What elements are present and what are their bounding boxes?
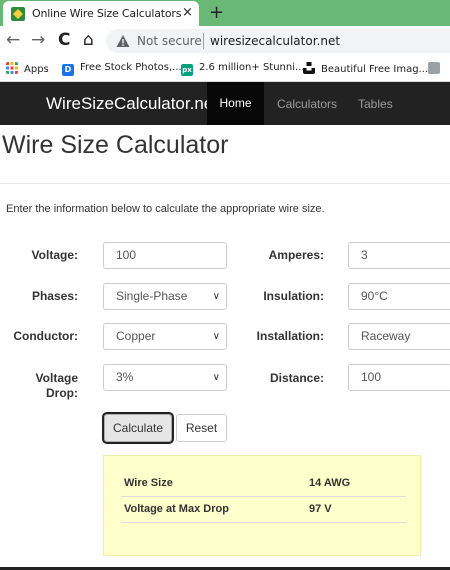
px-favicon-icon: px <box>181 64 193 76</box>
voltage-drop-label: Voltage Drop: <box>10 371 78 401</box>
bookmark-label: Free Stock Photos,... <box>80 62 182 73</box>
site-navbar: WireSizeCalculator.net Home Calculators … <box>0 82 450 125</box>
bookmark-pexels[interactable]: px 2.6 million+ Stunni... <box>181 62 305 76</box>
phases-select[interactable]: Single-Phase ∨ <box>103 283 227 310</box>
warning-icon[interactable] <box>116 34 130 48</box>
reset-button[interactable]: Reset <box>176 414 227 442</box>
voltage-input[interactable]: 100 <box>103 242 227 269</box>
new-tab-icon[interactable]: + <box>209 2 224 23</box>
bookmarks-bar: Apps D Free Stock Photos,... px 2.6 millio… <box>0 56 450 82</box>
nav-tables[interactable]: Tables <box>358 97 393 111</box>
conductor-label: Conductor: <box>13 329 78 343</box>
distance-input[interactable]: 100 <box>348 364 450 391</box>
d-favicon-icon: D <box>62 64 74 76</box>
browser-tabstrip: Online Wire Size Calculators & Ta × + <box>0 0 450 26</box>
url-text[interactable]: wiresizecalculator.net <box>210 34 340 48</box>
bookmark-stock-photos[interactable]: D Free Stock Photos,... <box>62 62 182 76</box>
amperes-label: Amperes: <box>268 248 324 262</box>
amperes-input[interactable]: 3 <box>348 242 450 269</box>
chevron-down-icon: ∨ <box>212 372 220 383</box>
voltage-value: 100 <box>116 248 137 262</box>
page-title: Wire Size Calculator <box>2 131 229 159</box>
browser-tab[interactable]: Online Wire Size Calculators & Ta × <box>3 1 199 26</box>
bookmark-favicon-icon <box>428 62 440 74</box>
amperes-value: 3 <box>361 248 368 262</box>
conductor-select[interactable]: Copper ∨ <box>103 323 227 350</box>
back-icon[interactable]: ← <box>6 30 20 50</box>
voltage-label: Voltage: <box>31 248 78 262</box>
reload-icon[interactable]: C <box>58 30 70 50</box>
forward-icon[interactable]: → <box>31 30 45 50</box>
result-label: Voltage at Max Drop <box>124 503 229 515</box>
chevron-down-icon: ∨ <box>212 291 220 302</box>
nav-calculators[interactable]: Calculators <box>277 97 337 111</box>
insulation-label: Insulation: <box>263 289 324 303</box>
home-icon[interactable]: ⌂ <box>83 30 94 50</box>
voltage-drop-value: 3% <box>116 370 134 384</box>
browser-toolbar: ← → C ⌂ Not secure wiresizecalculator.ne… <box>0 26 450 56</box>
installation-select[interactable]: Raceway <box>348 323 450 350</box>
address-bar[interactable]: Not secure wiresizecalculator.net <box>106 29 450 53</box>
voltage-drop-label-line2: Drop: <box>46 386 78 400</box>
installation-label: Installation: <box>256 329 324 343</box>
tab-close-icon[interactable]: × <box>182 5 193 20</box>
phases-value: Single-Phase <box>116 289 188 303</box>
result-label: Wire Size <box>124 477 173 489</box>
result-panel: Wire Size 14 AWG Voltage at Max Drop 97 … <box>103 455 421 556</box>
tab-title: Online Wire Size Calculators & Ta <box>32 7 182 20</box>
bookmark-unsplash[interactable]: Beautiful Free Imag... <box>303 62 428 76</box>
chevron-down-icon: ∨ <box>212 331 220 342</box>
result-value: 97 V <box>309 503 332 515</box>
distance-value: 100 <box>361 370 382 384</box>
insulation-value: 90°C <box>361 289 388 303</box>
insulation-select[interactable]: 90°C <box>348 283 450 310</box>
distance-label: Distance: <box>269 371 324 385</box>
voltage-drop-label-line1: Voltage <box>35 371 78 385</box>
omnibox-divider <box>203 33 204 49</box>
title-divider <box>0 183 450 184</box>
intro-text: Enter the information below to calculate… <box>6 203 325 215</box>
bookmark-apps[interactable]: Apps <box>6 62 49 76</box>
bookmark-label: Beautiful Free Imag... <box>321 64 429 75</box>
bookmark-label: Apps <box>24 64 49 75</box>
unsplash-favicon-icon <box>303 62 315 74</box>
apps-grid-icon <box>6 62 18 74</box>
result-value: 14 AWG <box>309 477 351 489</box>
bookmark-label: 2.6 million+ Stunni... <box>199 62 305 73</box>
site-favicon-icon <box>11 7 25 21</box>
site-brand[interactable]: WireSizeCalculator.net <box>46 94 218 114</box>
nav-home[interactable]: Home <box>207 82 264 125</box>
installation-value: Raceway <box>361 329 411 343</box>
conductor-value: Copper <box>116 329 156 343</box>
calculate-button[interactable]: Calculate <box>102 412 174 444</box>
phases-label: Phases: <box>31 289 78 303</box>
bookmark-overflow[interactable] <box>428 62 446 76</box>
result-row: Voltage at Max Drop 97 V <box>121 498 406 523</box>
voltage-drop-select[interactable]: 3% ∨ <box>103 364 227 391</box>
result-row: Wire Size 14 AWG <box>121 472 406 497</box>
security-label[interactable]: Not secure <box>137 34 202 48</box>
